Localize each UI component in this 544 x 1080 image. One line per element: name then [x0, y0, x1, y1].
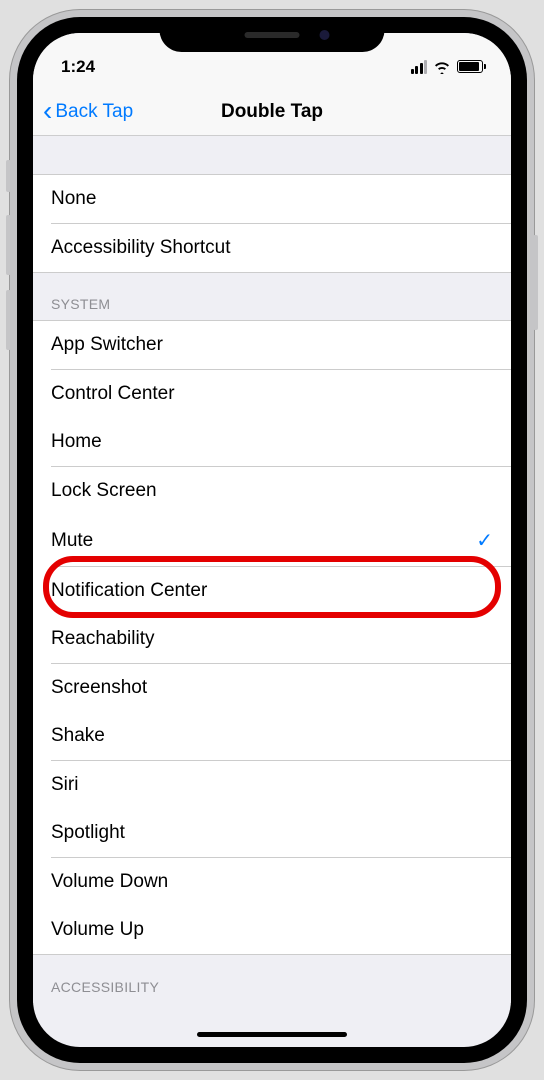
option-accessibility-shortcut[interactable]: Accessibility Shortcut [33, 224, 511, 272]
silence-switch [6, 160, 11, 192]
settings-content[interactable]: None Accessibility Shortcut SYSTEM App S… [33, 136, 511, 1003]
option-label: Spotlight [51, 822, 125, 844]
front-camera [320, 30, 330, 40]
option-screenshot[interactable]: Screenshot [33, 664, 511, 712]
back-button-label: Back Tap [55, 101, 133, 123]
back-button[interactable]: ‹ Back Tap [43, 99, 133, 125]
option-label: None [51, 188, 96, 210]
option-volume-down[interactable]: Volume Down [33, 858, 511, 906]
option-label: Accessibility Shortcut [51, 237, 231, 259]
option-app-switcher[interactable]: App Switcher [33, 321, 511, 369]
option-label: Lock Screen [51, 480, 157, 502]
screen: 1:24 ‹ Back Tap [33, 33, 511, 1047]
home-indicator[interactable] [197, 1032, 347, 1037]
option-label: Volume Down [51, 871, 168, 893]
option-label: App Switcher [51, 334, 163, 356]
option-lock-screen[interactable]: Lock Screen [33, 467, 511, 515]
option-label: Home [51, 431, 102, 453]
option-label: Control Center [51, 383, 175, 405]
phone-frame: 1:24 ‹ Back Tap [10, 10, 534, 1070]
option-shake[interactable]: Shake [33, 712, 511, 760]
battery-icon [457, 60, 483, 73]
option-label: Mute [51, 530, 93, 552]
option-none[interactable]: None [33, 175, 511, 223]
option-control-center[interactable]: Control Center [33, 370, 511, 418]
navigation-bar: ‹ Back Tap Double Tap [33, 88, 511, 136]
option-reachability[interactable]: Reachability [33, 615, 511, 663]
option-label: Screenshot [51, 677, 147, 699]
status-time: 1:24 [61, 57, 95, 77]
option-volume-up[interactable]: Volume Up [33, 906, 511, 954]
option-mute[interactable]: Mute ✓ [33, 515, 511, 566]
checkmark-icon: ✓ [476, 528, 493, 553]
option-label: Volume Up [51, 919, 144, 941]
chevron-left-icon: ‹ [43, 97, 52, 125]
volume-up-button [6, 215, 11, 275]
system-section-header: SYSTEM [33, 272, 511, 320]
phone-bezel: 1:24 ‹ Back Tap [17, 17, 527, 1063]
option-label: Reachability [51, 628, 155, 650]
volume-down-button [6, 290, 11, 350]
option-label: Siri [51, 774, 78, 796]
notch [160, 17, 385, 52]
cellular-signal-icon [411, 60, 428, 74]
system-section: App Switcher Control Center Home Lock Sc… [33, 320, 511, 955]
option-label: Notification Center [51, 580, 207, 602]
option-label: Shake [51, 725, 105, 747]
option-spotlight[interactable]: Spotlight [33, 809, 511, 857]
wifi-icon [433, 60, 451, 74]
accessibility-section-header: ACCESSIBILITY [33, 955, 511, 1003]
top-section: None Accessibility Shortcut [33, 174, 511, 272]
option-notification-center[interactable]: Notification Center [33, 567, 511, 615]
speaker-grille [245, 32, 300, 38]
status-icons [411, 60, 484, 74]
option-home[interactable]: Home [33, 418, 511, 466]
power-button [533, 235, 538, 330]
page-title: Double Tap [221, 101, 323, 123]
option-siri[interactable]: Siri [33, 761, 511, 809]
